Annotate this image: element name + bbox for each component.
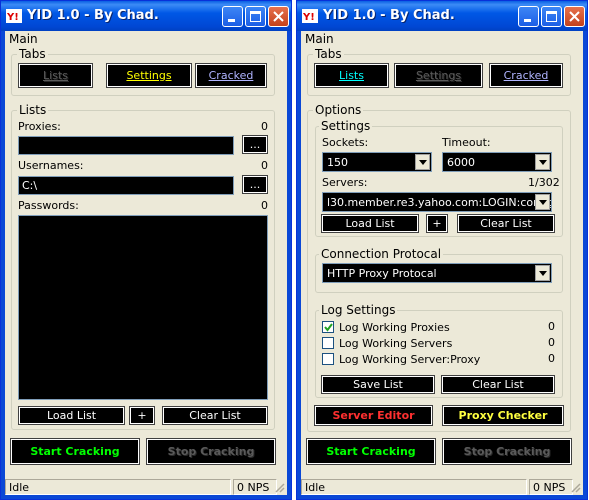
timeout-label: Timeout: — [442, 136, 491, 149]
chevron-down-icon — [539, 160, 547, 165]
proxy-checker-button[interactable]: Proxy Checker — [442, 405, 564, 426]
log-proxies-checkbox[interactable] — [322, 321, 334, 333]
usernames-path-input[interactable]: C:\ — [18, 176, 234, 195]
app-icon: Y! — [302, 9, 318, 23]
close-icon — [569, 11, 580, 22]
minimize-button[interactable] — [518, 6, 539, 27]
log-clear-list-button[interactable]: Clear List — [441, 375, 555, 394]
window-title: YID 1.0 - By Chad. — [27, 8, 159, 23]
svg-text:Y!: Y! — [302, 12, 315, 23]
close-button[interactable] — [564, 6, 585, 27]
clear-list-button[interactable]: Clear List — [162, 406, 268, 425]
close-button[interactable] — [268, 6, 289, 27]
status-bar: Idle 0 NPS — [5, 479, 287, 495]
main-label: Main — [9, 32, 38, 46]
usernames-count: 0 — [261, 159, 268, 172]
nps-counter: 0 NPS — [529, 479, 573, 495]
app-icon: Y! — [6, 9, 22, 23]
minimize-icon — [228, 19, 235, 22]
proxies-label: Proxies: — [18, 120, 61, 133]
servers-load-list-button[interactable]: Load List — [321, 214, 419, 233]
status-bar: Idle 0 NPS — [301, 479, 583, 495]
stop-cracking-button[interactable]: Stop Cracking — [146, 438, 276, 465]
sockets-label: Sockets: — [322, 136, 369, 149]
proxies-browse-button[interactable]: ... — [242, 135, 268, 154]
title-bar[interactable]: Y! YID 1.0 - By Chad. — [1, 1, 291, 31]
title-bar[interactable]: Y! YID 1.0 - By Chad. — [297, 1, 587, 31]
main-label: Main — [305, 32, 334, 46]
server-editor-button[interactable]: Server Editor — [314, 405, 433, 426]
status-text: Idle — [301, 479, 527, 495]
svg-text:Y!: Y! — [6, 12, 19, 23]
usernames-browse-button[interactable]: ... — [242, 175, 268, 194]
start-cracking-button[interactable]: Start Cracking — [306, 438, 436, 465]
servers-add-button[interactable]: + — [426, 214, 448, 233]
maximize-button[interactable] — [245, 6, 266, 27]
add-list-button[interactable]: + — [129, 406, 155, 425]
log-servers-label: Log Working Servers — [339, 337, 453, 350]
status-text: Idle — [5, 479, 231, 495]
options-header: Options — [313, 103, 364, 117]
log-server-proxy-count: 0 — [548, 352, 555, 365]
maximize-icon — [546, 11, 557, 22]
settings-header: Settings — [319, 119, 373, 133]
proxies-count: 0 — [261, 120, 268, 133]
usernames-label: Usernames: — [18, 159, 84, 172]
proxies-path-input[interactable] — [18, 136, 234, 155]
save-list-button[interactable]: Save List — [321, 375, 435, 394]
tab-cracked[interactable]: Cracked — [489, 63, 563, 88]
tab-lists[interactable]: Lists — [18, 63, 93, 88]
stop-cracking-button[interactable]: Stop Cracking — [442, 438, 572, 465]
log-proxies-count: 0 — [548, 320, 555, 333]
load-list-button[interactable]: Load List — [18, 406, 125, 425]
window-title: YID 1.0 - By Chad. — [323, 8, 455, 23]
servers-select[interactable]: l30.member.re3.yahoo.com:LOGIN:config — [322, 192, 552, 212]
log-server-proxy-label: Log Working Server:Proxy — [339, 353, 481, 366]
timeout-select[interactable]: 6000 — [442, 152, 552, 172]
resize-grip-icon[interactable] — [273, 481, 285, 493]
minimize-icon — [524, 19, 531, 22]
servers-count: 1/302 — [528, 176, 560, 189]
connection-header: Connection Protocal — [319, 247, 444, 261]
main-window-lists-tab: Y! YID 1.0 - By Chad. Main Tabs Lists Se… — [0, 0, 292, 500]
log-proxies-label: Log Working Proxies — [339, 321, 450, 334]
minimize-button[interactable] — [222, 6, 243, 27]
main-window-settings-tab: Y! YID 1.0 - By Chad. Main Tabs Lists Se… — [296, 0, 588, 500]
servers-label: Servers: — [322, 176, 368, 189]
tabs-label: Tabs — [313, 47, 344, 61]
maximize-icon — [250, 11, 261, 22]
maximize-button[interactable] — [541, 6, 562, 27]
log-settings-header: Log Settings — [319, 303, 398, 317]
log-servers-count: 0 — [548, 336, 555, 349]
chevron-down-icon — [539, 271, 547, 276]
tab-cracked[interactable]: Cracked — [195, 63, 267, 88]
close-icon — [273, 11, 284, 22]
log-servers-checkbox[interactable] — [322, 337, 334, 349]
passwords-label: Passwords: — [18, 199, 79, 212]
chevron-down-icon — [419, 160, 427, 165]
passwords-count: 0 — [261, 199, 268, 212]
log-server-proxy-checkbox[interactable] — [322, 353, 334, 365]
sockets-select[interactable]: 150 — [322, 152, 432, 172]
servers-clear-list-button[interactable]: Clear List — [457, 214, 555, 233]
lists-header: Lists — [17, 103, 49, 117]
connection-protocol-select[interactable]: HTTP Proxy Protocal — [322, 263, 552, 283]
resize-grip-icon[interactable] — [569, 481, 581, 493]
passwords-list[interactable] — [18, 215, 268, 400]
tab-lists[interactable]: Lists — [314, 63, 389, 88]
start-cracking-button[interactable]: Start Cracking — [10, 438, 140, 465]
check-icon — [324, 323, 333, 332]
tab-settings[interactable]: Settings — [394, 63, 483, 88]
nps-counter: 0 NPS — [233, 479, 277, 495]
tab-settings[interactable]: Settings — [106, 63, 192, 88]
chevron-down-icon — [539, 200, 547, 205]
tabs-label: Tabs — [17, 47, 48, 61]
